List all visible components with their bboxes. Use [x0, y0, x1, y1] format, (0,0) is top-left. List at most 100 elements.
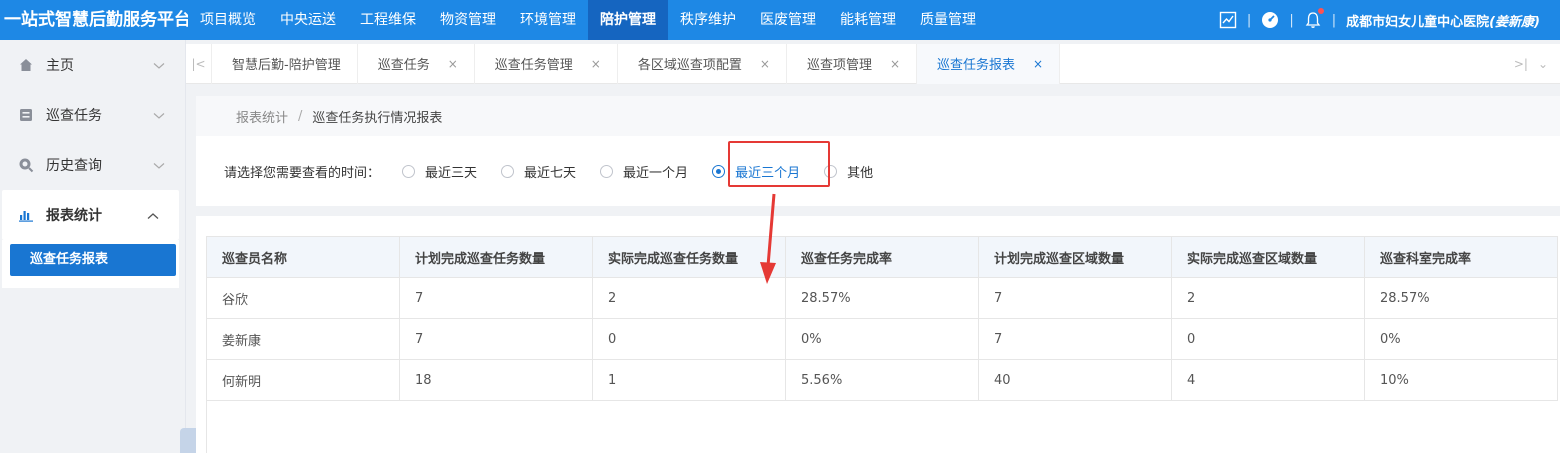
tab-label: 巡查项管理 — [806, 58, 872, 73]
tab[interactable]: 巡查项管理 × — [787, 43, 918, 84]
sidebar-item-home[interactable]: 主页 — [0, 40, 185, 90]
table-cell: 谷欣 — [206, 277, 400, 319]
table-cell: 1 — [592, 359, 786, 401]
breadcrumb-parent[interactable]: 报表统计 — [236, 107, 288, 126]
tab[interactable]: 智慧后勤-陪护管理 — [212, 43, 358, 84]
table-body: 谷欣 7 2 28.57% 7 2 28.57% 姜新康 7 0 0% 7 0 0% 何新明 18 1 5.56%… — [206, 277, 1558, 401]
time-option-radio[interactable]: 其他 — [824, 162, 873, 181]
nav-item[interactable]: 物资管理 — [428, 0, 508, 40]
sidebar-subitem-inspection-report[interactable]: 巡查任务报表 — [10, 244, 176, 276]
radio-circle-icon[interactable] — [712, 164, 726, 178]
radio-label: 最近三天 — [425, 165, 478, 181]
trend-chart-icon[interactable] — [1219, 11, 1237, 29]
column-header: 巡查任务完成率 — [785, 236, 979, 278]
radio-label: 其他 — [847, 165, 874, 181]
time-filter-label: 请选择您需要查看的时间： — [224, 165, 381, 181]
radio-circle-icon[interactable] — [600, 164, 614, 178]
sidebar-item-inspection-tasks[interactable]: 巡查任务 — [0, 90, 185, 140]
nav-item[interactable]: 工程维保 — [348, 0, 428, 40]
table-cell: 10% — [1364, 359, 1558, 401]
tab[interactable]: 巡查任务报表 × — [917, 43, 1061, 84]
bar-chart-icon — [18, 207, 34, 223]
user-info[interactable]: 成都市妇女儿童中心医院(姜新康) — [1346, 11, 1540, 30]
radio-circle-icon[interactable] — [402, 164, 416, 178]
table-cell: 5.56% — [785, 359, 979, 401]
time-option-radio[interactable]: 最近七天 — [501, 162, 576, 181]
breadcrumb-separator: / — [298, 108, 303, 124]
org-name: 成都市妇女儿童中心医院 — [1346, 14, 1490, 30]
time-option-radio[interactable]: 最近三天 — [402, 162, 477, 181]
sidebar-item-history[interactable]: 历史查询 — [0, 140, 185, 190]
table-cell: 7 — [978, 318, 1172, 360]
chevron-down-icon — [153, 158, 165, 174]
column-header: 计划完成巡查任务数量 — [399, 236, 593, 278]
column-header: 巡查员名称 — [206, 236, 400, 278]
brand-title: 一站式智慧后勤服务平台 — [4, 10, 188, 30]
time-filter-panel: 请选择您需要查看的时间： 最近三天 最近七天 最近一个月 最近三个月 其他 — [196, 136, 1560, 206]
home-icon — [18, 57, 34, 73]
nav-item[interactable]: 医废管理 — [748, 0, 828, 40]
table-cell: 0 — [1171, 318, 1365, 360]
column-header: 实际完成巡查区域数量 — [1171, 236, 1365, 278]
table-cell: 2 — [1171, 277, 1365, 319]
table-header-row: 巡查员名称 计划完成巡查任务数量 实际完成巡查任务数量 巡查任务完成率 计划完成巡查区域… — [206, 236, 1558, 278]
tab-scroll-left-icon[interactable]: |< — [186, 43, 212, 84]
table-empty-area — [206, 400, 1560, 453]
tab-label: 巡查任务报表 — [937, 58, 1016, 73]
tab-scroll-right-icon[interactable]: >| — [1514, 57, 1528, 71]
tab[interactable]: 巡查任务 × — [358, 43, 475, 84]
column-header: 计划完成巡查区域数量 — [978, 236, 1172, 278]
table-row: 姜新康 7 0 0% 7 0 0% — [206, 318, 1558, 360]
nav-item[interactable]: 陪护管理 — [588, 0, 668, 40]
main-nav: 项目概览 中央运送 工程维保 物资管理 环境管理 陪护管理 秩序维护 医废管理 能耗管理 质量管理 — [188, 0, 988, 40]
task-icon — [18, 107, 34, 123]
header-separator: | — [1289, 12, 1294, 28]
search-icon — [18, 157, 34, 173]
table-cell: 0% — [785, 318, 979, 360]
table-row: 谷欣 7 2 28.57% 7 2 28.57% — [206, 277, 1558, 319]
sidebar-item-label: 巡查任务 — [46, 108, 102, 124]
report-table-panel: 巡查员名称 计划完成巡查任务数量 实际完成巡查任务数量 巡查任务完成率 计划完成巡查区域… — [196, 216, 1560, 453]
notification-dot — [1317, 8, 1324, 14]
radio-circle-icon[interactable] — [501, 164, 515, 178]
table-cell: 28.57% — [785, 277, 979, 319]
tab[interactable]: 各区域巡查项配置 × — [618, 43, 787, 84]
tab[interactable]: 巡查任务管理 × — [475, 43, 618, 84]
breadcrumb: 报表统计 / 巡查任务执行情况报表 — [196, 96, 1560, 136]
sidebar-item-reports[interactable]: 报表统计 — [2, 190, 179, 240]
nav-item[interactable]: 环境管理 — [508, 0, 588, 40]
time-option-radio[interactable]: 最近三个月 — [712, 162, 800, 181]
tab-list: 智慧后勤-陪护管理 巡查任务 × 巡查任务管理 × 各区域巡查项配置 × 巡查项管理 × 巡查任务… — [212, 43, 1061, 84]
dashboard-gauge-icon[interactable] — [1261, 11, 1279, 29]
top-navigation-bar: 一站式智慧后勤服务平台 项目概览 中央运送 工程维保 物资管理 环境管理 陪护管理 秩序维护… — [0, 0, 1560, 40]
nav-item[interactable]: 项目概览 — [188, 0, 268, 40]
sidebar-item-label: 历史查询 — [46, 158, 102, 174]
close-icon[interactable]: × — [448, 57, 458, 71]
table-cell: 0 — [592, 318, 786, 360]
table-cell: 28.57% — [1364, 277, 1558, 319]
close-icon[interactable]: × — [1033, 57, 1043, 71]
nav-item[interactable]: 质量管理 — [908, 0, 988, 40]
radio-circle-icon[interactable] — [824, 164, 838, 178]
submenu: 巡查任务报表 — [2, 240, 179, 288]
table-cell: 7 — [399, 277, 593, 319]
close-icon[interactable]: × — [591, 57, 601, 71]
table-cell: 18 — [399, 359, 593, 401]
nav-item[interactable]: 中央运送 — [268, 0, 348, 40]
tab-label: 巡查任务管理 — [494, 58, 573, 73]
table-cell: 7 — [978, 277, 1172, 319]
column-header: 巡查科室完成率 — [1364, 236, 1558, 278]
close-icon[interactable]: × — [760, 57, 770, 71]
breadcrumb-current: 巡查任务执行情况报表 — [312, 110, 443, 126]
close-icon[interactable]: × — [890, 57, 900, 71]
sidebar: 主页 巡查任务 历史查询 报表统计 巡查任务报表 — [0, 40, 186, 453]
header-right: | | | 成都市妇女儿童中心医院(姜新康) — [1219, 0, 1540, 40]
nav-item[interactable]: 秩序维护 — [668, 0, 748, 40]
tab-menu-chevron-icon[interactable]: ⌄ — [1538, 57, 1548, 71]
header-separator: | — [1331, 12, 1337, 28]
table-cell: 7 — [399, 318, 593, 360]
notification-bell-icon[interactable] — [1304, 8, 1324, 29]
nav-item[interactable]: 能耗管理 — [828, 0, 908, 40]
time-option-radio[interactable]: 最近一个月 — [600, 162, 688, 181]
radio-label: 最近三个月 — [735, 165, 801, 181]
